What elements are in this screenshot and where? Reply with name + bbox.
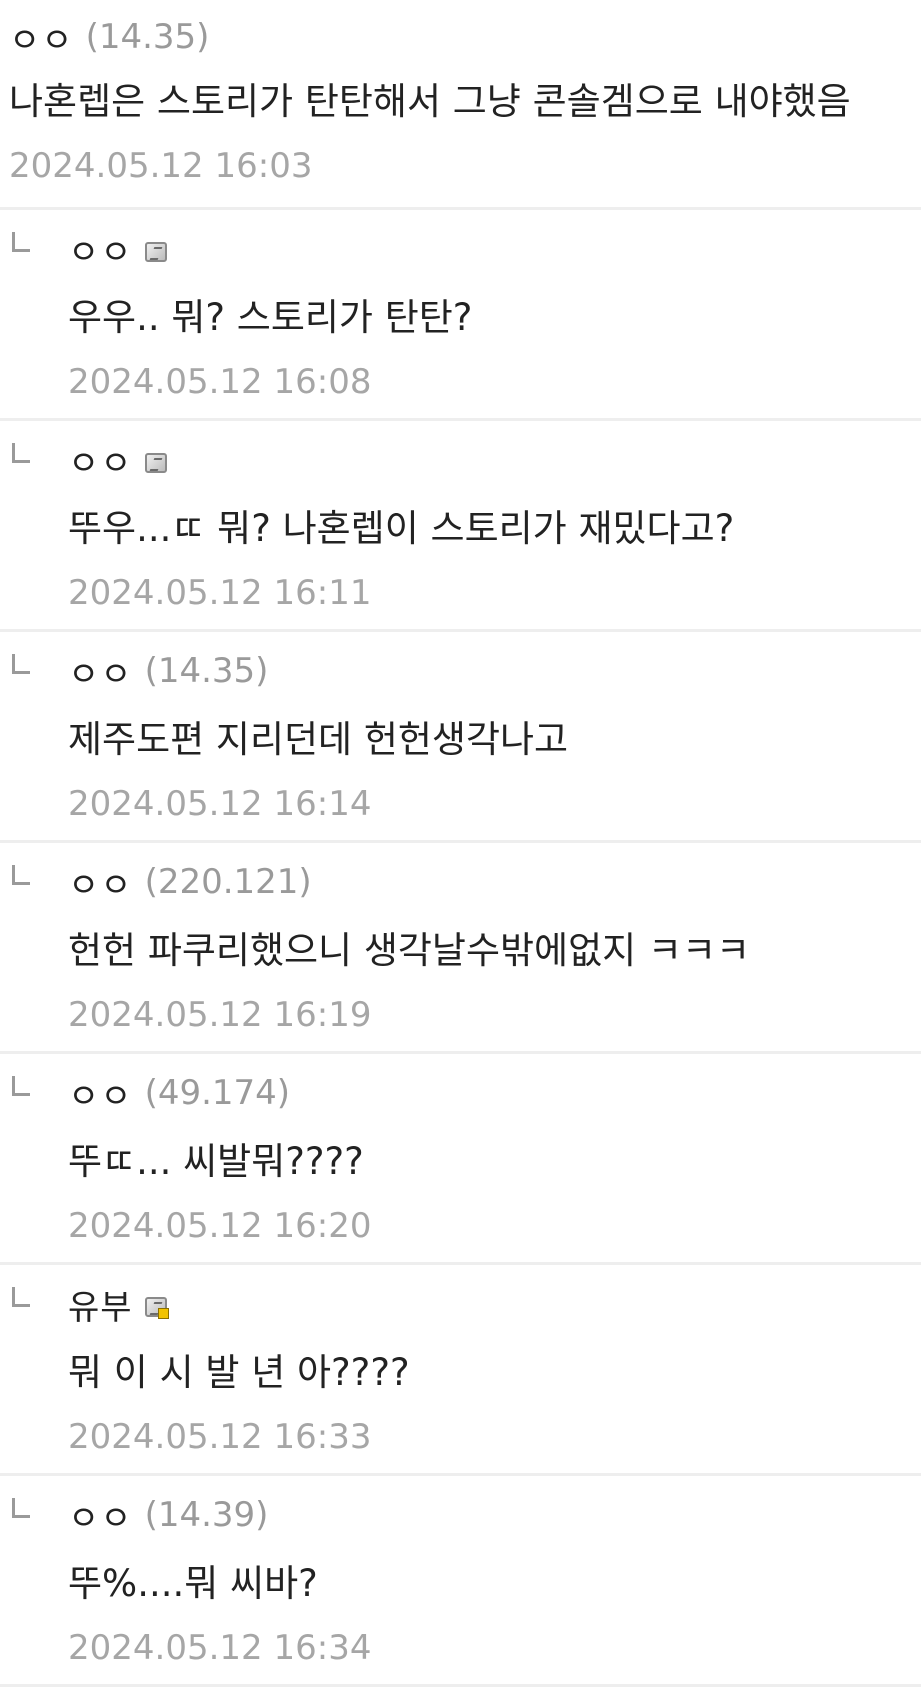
reply-arrow-icon bbox=[12, 865, 30, 885]
comment-header: ㅇㅇ bbox=[68, 441, 921, 484]
reply-arrow-icon bbox=[12, 654, 30, 674]
reply-comment: ㅇㅇ 뚜우...ㄸ 뭐? 나혼렙이 스토리가 재밌다고? 2024.05.12 … bbox=[0, 421, 921, 632]
comment-date: 2024.05.12 16:34 bbox=[68, 1628, 372, 1668]
comment-header: ㅇㅇ (14.39) bbox=[68, 1495, 921, 1539]
comment-header: ㅇㅇ (14.35) bbox=[68, 651, 921, 695]
comment-text: 나혼렙은 스토리가 탄탄해서 그냥 콘솔겜으로 내야했음 bbox=[9, 80, 851, 123]
reply-comment: 유부 뭐 이 시 발 년 아???? 2024.05.12 16:33 bbox=[0, 1265, 921, 1476]
reply-comment: ㅇㅇ (220.121) 헌헌 파쿠리했으니 생각날수밖에없지 ㅋㅋㅋ 2024… bbox=[0, 843, 921, 1054]
comment: ㅇㅇ (14.35) 나혼렙은 스토리가 탄탄해서 그냥 콘솔겜으로 내야했음 … bbox=[0, 0, 921, 210]
reply-arrow-icon bbox=[12, 1498, 30, 1518]
comment-nickname[interactable]: ㅇㅇ bbox=[68, 647, 133, 696]
reply-arrow-icon bbox=[12, 443, 30, 463]
comment-date: 2024.05.12 16:08 bbox=[68, 362, 372, 402]
fixed-nick-badge-icon bbox=[144, 242, 167, 262]
badge-dot bbox=[157, 1308, 169, 1319]
comment-nickname[interactable]: ㅇㅇ bbox=[68, 858, 133, 907]
comment-text: 뭐 이 시 발 년 아???? bbox=[68, 1351, 410, 1394]
comment-date: 2024.05.12 16:03 bbox=[9, 146, 313, 186]
comment-text: 뚜%....뭐 씨바? bbox=[68, 1562, 318, 1605]
comment-date: 2024.05.12 16:11 bbox=[68, 573, 372, 613]
comment-date: 2024.05.12 16:19 bbox=[68, 995, 372, 1035]
comment-list: ㅇㅇ (14.35) 나혼렙은 스토리가 탄탄해서 그냥 콘솔겜으로 내야했음 … bbox=[0, 0, 921, 1687]
comment-ip: (220.121) bbox=[144, 862, 312, 902]
comment-header: ㅇㅇ (220.121) bbox=[68, 862, 921, 906]
gallery-manager-badge-icon bbox=[144, 1297, 169, 1319]
comment-text: 우우.. 뭐? 스토리가 탄탄? bbox=[68, 296, 473, 339]
reply-comment: ㅇㅇ (49.174) 뚜ㄸ... 씨발뭐???? 2024.05.12 16:… bbox=[0, 1054, 921, 1265]
comment-text: 뚜ㄸ... 씨발뭐???? bbox=[68, 1140, 364, 1183]
comment-header: ㅇㅇ (14.35) bbox=[9, 17, 921, 61]
comment-header: ㅇㅇ (49.174) bbox=[68, 1073, 921, 1117]
comment-ip: (14.35) bbox=[85, 17, 210, 57]
comment-nickname[interactable]: ㅇㅇ bbox=[68, 1491, 133, 1540]
comment-ip: (49.174) bbox=[144, 1073, 291, 1113]
comment-header: 유부 bbox=[68, 1285, 921, 1328]
comment-text: 뚜우...ㄸ 뭐? 나혼렙이 스토리가 재밌다고? bbox=[68, 507, 735, 550]
comment-date: 2024.05.12 16:20 bbox=[68, 1206, 372, 1246]
reply-arrow-icon bbox=[12, 232, 30, 252]
reply-arrow-icon bbox=[12, 1076, 30, 1096]
reply-comment: ㅇㅇ (14.39) 뚜%....뭐 씨바? 2024.05.12 16:34 bbox=[0, 1476, 921, 1687]
comment-text: 헌헌 파쿠리했으니 생각날수밖에없지 ㅋㅋㅋ bbox=[68, 929, 751, 972]
comment-text: 제주도편 지리던데 헌헌생각나고 bbox=[68, 718, 569, 761]
comment-ip: (14.39) bbox=[144, 1495, 269, 1535]
fixed-nick-badge-icon bbox=[144, 453, 167, 473]
comment-header: ㅇㅇ bbox=[68, 230, 921, 273]
reply-comment: ㅇㅇ (14.35) 제주도편 지리던데 헌헌생각나고 2024.05.12 1… bbox=[0, 632, 921, 843]
comment-nickname[interactable]: ㅇㅇ bbox=[68, 1069, 133, 1118]
comment-nickname[interactable]: 유부 bbox=[68, 1280, 133, 1329]
comment-ip: (14.35) bbox=[144, 651, 269, 691]
comment-nickname[interactable]: ㅇㅇ bbox=[68, 225, 133, 274]
reply-comment: ㅇㅇ 우우.. 뭐? 스토리가 탄탄? 2024.05.12 16:08 bbox=[0, 210, 921, 421]
reply-arrow-icon bbox=[12, 1287, 30, 1307]
comment-date: 2024.05.12 16:33 bbox=[68, 1417, 372, 1457]
comment-nickname[interactable]: ㅇㅇ bbox=[68, 436, 133, 485]
comment-date: 2024.05.12 16:14 bbox=[68, 784, 372, 824]
comment-nickname[interactable]: ㅇㅇ bbox=[9, 13, 74, 62]
